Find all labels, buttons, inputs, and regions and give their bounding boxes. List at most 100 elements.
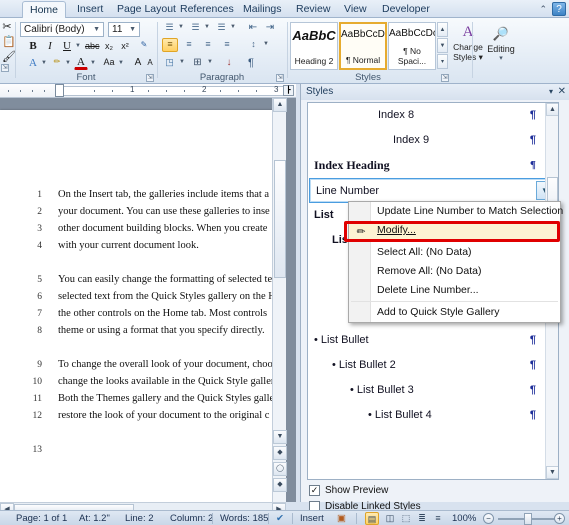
pane-dropdown-icon[interactable]: ▾	[549, 84, 553, 100]
menu-item-add-to-quick-style-gallery[interactable]: Add to Quick Style Gallery	[349, 303, 560, 322]
tab-view[interactable]: View	[337, 1, 374, 18]
document-canvas[interactable]: 1 On the Insert tab, the galleries includ…	[0, 98, 296, 502]
font-color-button[interactable]: A	[74, 55, 88, 70]
text-highlight-color-icon[interactable]: ✏	[50, 56, 64, 70]
scroll-down-icon[interactable]: ▼	[273, 430, 287, 444]
strikethrough-button[interactable]: abc	[84, 40, 100, 53]
shrink-font-button[interactable]: A	[145, 57, 155, 70]
change-case-button[interactable]: Aa	[100, 56, 118, 70]
tab-home[interactable]: Home	[22, 1, 67, 19]
copy-icon[interactable]: 📋	[1, 36, 16, 48]
bullets-button[interactable]: ☰	[162, 21, 177, 34]
style-gallery-scroll-down-icon[interactable]: ▼	[437, 38, 448, 53]
status-at[interactable]: At: 1.2"	[79, 511, 110, 525]
chevron-down-icon[interactable]: ▼	[178, 58, 186, 68]
style-list-item-index-heading[interactable]: Index Heading ¶	[308, 153, 558, 178]
zoom-in-button[interactable]: +	[554, 513, 565, 524]
show-formatting-marks-button[interactable]: ¶	[244, 56, 258, 70]
bold-button[interactable]: B	[26, 39, 40, 53]
underline-chevron-down-icon[interactable]: ▼	[74, 42, 82, 52]
zoom-out-button[interactable]: −	[483, 513, 494, 524]
chevron-down-icon[interactable]: ▼	[203, 23, 211, 33]
style-list-item-list-bullet-4[interactable]: • List Bullet 4 ¶	[308, 403, 558, 428]
cut-icon[interactable]: ✂	[1, 21, 13, 33]
tab-selector-icon[interactable]: ┣	[283, 85, 294, 96]
numbering-button[interactable]: ☰	[188, 21, 203, 34]
chevron-down-icon[interactable]: ▼	[206, 58, 214, 68]
style-list-item-list-bullet-2[interactable]: • List Bullet 2 ¶	[308, 353, 558, 378]
scroll-up-icon[interactable]: ▲	[273, 98, 287, 112]
status-page[interactable]: Page: 1 of 1	[16, 511, 67, 525]
outline-view-button[interactable]: ≣	[415, 512, 429, 525]
scroll-down-icon[interactable]: ▼	[546, 466, 558, 479]
status-words[interactable]: Words: 185	[220, 511, 268, 525]
font-size-combo[interactable]: 11 ▼	[108, 22, 140, 37]
menu-item-update-to-match-selection[interactable]: Update Line Number to Match Selection	[349, 202, 563, 221]
decrease-indent-button[interactable]: ⇤	[246, 21, 260, 34]
style-list-item-list-bullet-3[interactable]: • List Bullet 3 ¶	[308, 378, 558, 403]
paragraph-dialog-launcher[interactable]: ⇲	[276, 74, 284, 82]
tab-insert[interactable]: Insert	[70, 1, 110, 18]
menu-item-select-all[interactable]: Select All: (No Data)	[349, 243, 560, 262]
proofing-errors-icon[interactable]: ✔	[276, 511, 284, 525]
sort-button[interactable]: ↓	[222, 56, 236, 70]
next-page-icon[interactable]: ◆	[273, 478, 287, 492]
justify-button[interactable]: ≡	[219, 38, 235, 52]
menu-item-delete-line-number[interactable]: Delete Line Number...	[349, 281, 560, 300]
chevron-down-icon[interactable]: ▼	[89, 59, 97, 69]
chevron-down-icon[interactable]: ▼	[40, 59, 48, 69]
select-browse-object-icon[interactable]: ◯	[273, 462, 287, 476]
help-icon[interactable]: ?	[552, 2, 566, 16]
style-list-item-line-number[interactable]: Line Number▼	[309, 178, 557, 203]
format-painter-icon[interactable]: 🖌	[1, 51, 16, 63]
close-icon[interactable]: ✕	[558, 84, 566, 100]
style-gallery-item-no-spacing[interactable]: AaBbCcDc ¶ No Spaci...	[388, 22, 436, 70]
document-vertical-scrollbar[interactable]: ▲ ▼ ◆ ◯ ◆	[272, 98, 287, 502]
font-name-combo[interactable]: Calibri (Body) ▼	[20, 22, 104, 37]
menu-item-remove-all[interactable]: Remove All: (No Data)	[349, 262, 560, 281]
line-spacing-button[interactable]: ↕	[246, 38, 261, 52]
grow-font-button[interactable]: A	[132, 56, 144, 70]
style-context-menu[interactable]: Update Line Number to Match Selection ✏ …	[348, 201, 563, 323]
chevron-down-icon[interactable]: ▼	[262, 40, 270, 50]
clipboard-dialog-launcher[interactable]: ⇲	[1, 64, 9, 72]
status-insert-mode[interactable]: Insert	[300, 511, 324, 525]
underline-button[interactable]: U	[60, 39, 74, 53]
previous-page-icon[interactable]: ◆	[273, 446, 287, 460]
scroll-up-icon[interactable]: ▲	[546, 103, 558, 116]
italic-button[interactable]: I	[43, 39, 57, 53]
vertical-scroll-thumb[interactable]	[274, 160, 286, 278]
chevron-down-icon[interactable]: ▼	[177, 23, 185, 33]
align-right-button[interactable]: ≡	[200, 38, 216, 52]
style-gallery-item-heading2[interactable]: AaBbC Heading 2	[290, 22, 338, 70]
chevron-down-icon[interactable]: ▼	[129, 23, 136, 37]
style-gallery-scroll-up-icon[interactable]: ▲	[437, 22, 448, 37]
clear-formatting-icon[interactable]: ✎	[136, 39, 152, 53]
styles-dialog-launcher[interactable]: ⇲	[441, 74, 449, 82]
borders-button[interactable]: ⊞	[190, 56, 205, 70]
chevron-down-icon[interactable]: ▼	[229, 23, 237, 33]
style-list-item-list-bullet[interactable]: • List Bullet ¶	[308, 328, 558, 353]
multilevel-list-button[interactable]: ☰	[214, 21, 229, 34]
editing-button[interactable]: 🔎 Editing ▾	[481, 22, 521, 68]
status-column[interactable]: Column: 2	[170, 511, 213, 525]
tab-developer[interactable]: Developer	[375, 1, 437, 18]
tab-references[interactable]: References	[173, 1, 241, 18]
collapse-ribbon-icon[interactable]: ⌃	[539, 4, 547, 15]
subscript-button[interactable]: x₂	[102, 40, 116, 53]
print-layout-view-button[interactable]: ▤	[365, 512, 379, 525]
horizontal-ruler[interactable]: 1 2 3 ┣	[0, 84, 296, 98]
style-list-item-index-9[interactable]: Index 9 ¶	[308, 128, 558, 153]
document-page[interactable]: 1 On the Insert tab, the galleries includ…	[0, 110, 282, 502]
full-screen-reading-view-button[interactable]: ◫	[383, 512, 397, 525]
tab-review[interactable]: Review	[289, 1, 337, 18]
shading-button[interactable]: ◳	[162, 56, 177, 70]
style-gallery-more-icon[interactable]: ▾	[437, 54, 448, 69]
font-dialog-launcher[interactable]: ⇲	[146, 74, 154, 82]
align-left-button[interactable]: ≡	[162, 38, 178, 52]
chevron-down-icon[interactable]: ▼	[64, 59, 72, 69]
zoom-slider-thumb[interactable]	[524, 513, 532, 525]
chevron-down-icon[interactable]: ▼	[93, 23, 100, 37]
macro-record-icon[interactable]: ▣	[337, 511, 346, 525]
chevron-down-icon[interactable]: ▼	[117, 59, 125, 69]
